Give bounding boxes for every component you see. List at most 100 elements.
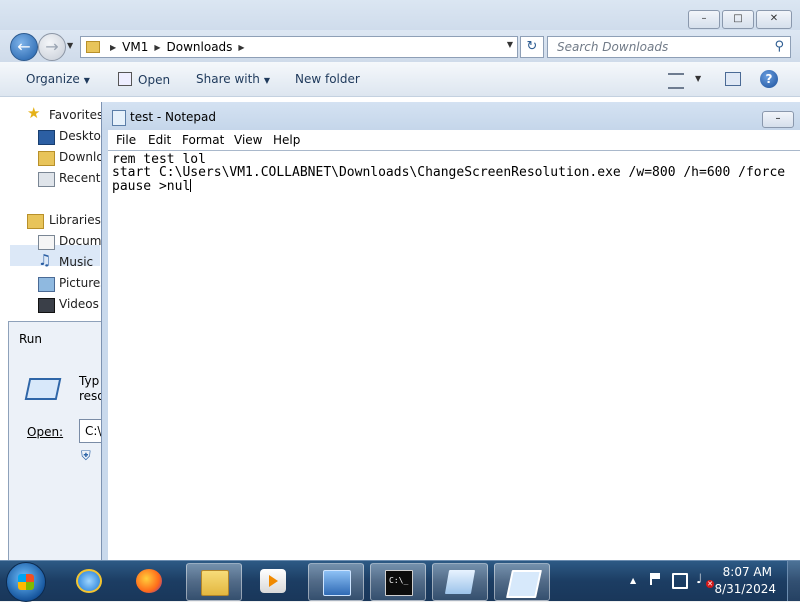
music-note-icon: ♫ <box>38 251 52 269</box>
close-button[interactable]: ✕ <box>756 10 792 29</box>
control-panel-icon <box>323 570 351 596</box>
help-icon[interactable]: ? <box>760 70 778 88</box>
explorer-titlebar[interactable]: – □ ✕ <box>0 0 800 30</box>
search-input[interactable]: Search Downloads ⚲ <box>547 36 791 58</box>
windows-explorer-icon <box>201 570 229 596</box>
notepad-titlebar[interactable]: test - Notepad – <box>102 102 800 130</box>
notepad-minimize-button[interactable]: – <box>762 111 794 128</box>
forward-arrow-icon[interactable]: → <box>38 33 66 61</box>
nav-item-videos[interactable]: Videos <box>59 297 99 311</box>
breadcrumb-chevron-icon[interactable]: ▶ <box>154 43 160 52</box>
maximize-button[interactable]: □ <box>722 10 754 29</box>
minimize-button[interactable]: – <box>688 10 720 29</box>
organize-label: Organize <box>26 72 80 86</box>
folder-icon <box>86 41 100 53</box>
menu-edit[interactable]: Edit <box>148 133 171 147</box>
taskbar-notepad[interactable] <box>432 563 488 601</box>
run-open-input-value: C:\ <box>85 424 102 438</box>
run-icon <box>506 570 542 598</box>
text-line: pause >nul <box>112 179 191 194</box>
share-with-button[interactable]: Share with ▼ <box>196 72 270 86</box>
address-bar[interactable]: ▶ VM1 ▶ Downloads ▶ ▼ <box>80 36 518 58</box>
notepad-icon <box>444 570 476 594</box>
organize-button[interactable]: Organize ▼ <box>26 72 90 86</box>
taskbar-media-player[interactable] <box>246 563 300 599</box>
notepad-window: test - Notepad – File Edit Format View H… <box>101 102 800 561</box>
volume-icon[interactable]: ♩ <box>696 572 702 587</box>
chevron-down-icon: ▼ <box>83 76 90 85</box>
refresh-icon[interactable]: ↻ <box>520 36 544 58</box>
recent-pages-chevron-icon[interactable]: ▼ <box>67 41 73 50</box>
chevron-down-icon: ▼ <box>263 76 271 85</box>
media-player-icon <box>260 569 286 593</box>
taskbar-windows-explorer[interactable] <box>186 563 242 601</box>
menu-file[interactable]: File <box>116 133 136 147</box>
internet-explorer-icon <box>76 569 102 593</box>
breadcrumb-chevron-icon[interactable]: ▶ <box>238 43 244 52</box>
menu-view[interactable]: View <box>234 133 262 147</box>
start-icon <box>18 574 34 590</box>
clock-time[interactable]: 8:07 AM <box>723 565 772 579</box>
address-dropdown-icon[interactable]: ▼ <box>507 40 513 49</box>
show-desktop-button[interactable] <box>787 561 800 601</box>
breadcrumb-chevron-icon[interactable]: ▶ <box>110 43 116 52</box>
muted-icon: ✕ <box>706 580 714 588</box>
text-caret <box>190 179 192 192</box>
command-bar: Organize ▼ Open Share with ▼ New folder ▼ … <box>0 62 800 97</box>
action-center-flag-icon[interactable] <box>650 573 662 585</box>
text-line: start C:\Users\VM1.COLLABNET\Downloads\C… <box>112 165 786 180</box>
run-dialog-title: Run <box>19 332 43 346</box>
nav-item-downloads[interactable]: Downlo <box>59 150 104 164</box>
nav-item-libraries[interactable]: Libraries <box>49 213 101 227</box>
libraries-icon <box>27 214 44 229</box>
new-folder-label: New folder <box>295 72 360 86</box>
desktop-icon <box>38 130 55 145</box>
taskbar-command-prompt[interactable] <box>370 563 426 601</box>
share-with-label: Share with <box>196 72 260 86</box>
navigation-bar: ← → ▼ ▶ VM1 ▶ Downloads ▶ ▼ ↻ Search Dow… <box>0 30 800 62</box>
taskbar-control-panel[interactable] <box>308 563 364 601</box>
notepad-menubar: File Edit Format View Help <box>108 130 800 150</box>
view-options-chevron-icon[interactable]: ▼ <box>695 74 701 83</box>
favorites-star-icon: ★ <box>27 104 41 122</box>
videos-icon <box>38 298 55 313</box>
downloads-folder-icon <box>38 151 55 166</box>
nav-item-music[interactable]: Music <box>59 255 93 269</box>
notepad-icon <box>112 110 126 126</box>
open-label: Open <box>138 73 171 87</box>
nav-item-favorites[interactable]: Favorites <box>49 108 103 122</box>
change-view-icon[interactable] <box>668 73 684 89</box>
preview-pane-icon[interactable] <box>725 72 741 86</box>
show-hidden-icons-chevron-icon[interactable]: ▲ <box>630 576 636 585</box>
run-dialog: Run Typ reso Open: C:\ ⛨ <box>8 321 111 562</box>
back-arrow-icon[interactable]: ← <box>10 33 38 61</box>
taskbar-internet-explorer[interactable] <box>62 563 116 599</box>
documents-icon <box>38 235 55 250</box>
uac-shield-icon: ⛨ <box>81 449 91 464</box>
system-tray: ▲ ♩ ✕ 8:07 AM 8/31/2024 <box>610 561 800 601</box>
clock-date[interactable]: 8/31/2024 <box>714 582 776 596</box>
breadcrumb-vm1[interactable]: VM1 <box>122 40 148 54</box>
command-prompt-icon <box>385 570 413 596</box>
firefox-icon <box>136 569 162 593</box>
breadcrumb-downloads[interactable]: Downloads <box>167 40 233 54</box>
taskbar-firefox[interactable] <box>122 563 176 599</box>
new-folder-button[interactable]: New folder <box>295 72 360 86</box>
open-button[interactable]: Open <box>118 72 170 87</box>
taskbar: ▲ ♩ ✕ 8:07 AM 8/31/2024 <box>0 560 800 602</box>
notepad-title: test - Notepad <box>130 110 216 124</box>
open-icon <box>118 72 132 86</box>
nav-item-pictures[interactable]: Pictures <box>59 276 107 290</box>
run-icon <box>24 378 62 400</box>
taskbar-run[interactable] <box>494 563 550 601</box>
notepad-text-area[interactable]: rem test lol start C:\Users\VM1.COLLABNE… <box>108 150 800 561</box>
network-icon[interactable] <box>672 573 688 589</box>
start-button[interactable] <box>6 562 46 602</box>
run-description-line1: Typ <box>79 374 100 388</box>
menu-format[interactable]: Format <box>182 133 224 147</box>
pictures-icon <box>38 277 55 292</box>
menu-help[interactable]: Help <box>273 133 300 147</box>
search-icon[interactable]: ⚲ <box>774 39 784 54</box>
run-open-label: Open: <box>27 425 64 439</box>
search-placeholder: Search Downloads <box>557 40 669 54</box>
